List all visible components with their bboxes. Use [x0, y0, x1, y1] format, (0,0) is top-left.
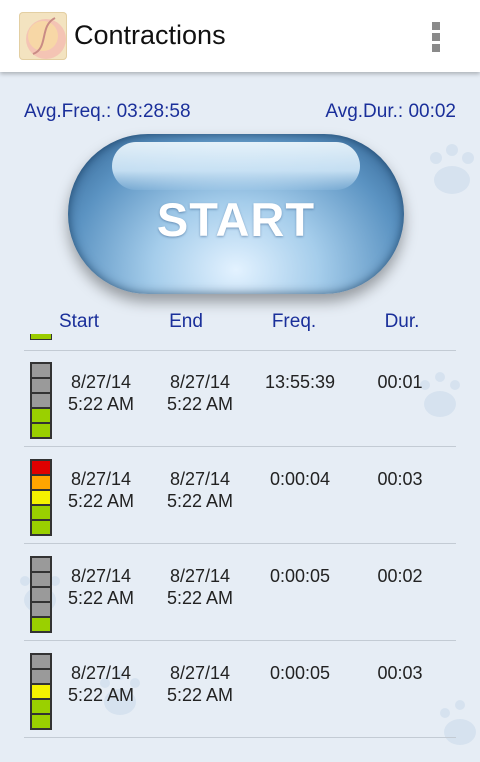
table-row[interactable]: 8/27/14 5:22 AM 8/27/14 5:22 AM 0:00:05 00:03: [0, 641, 480, 738]
contractions-list[interactable]: 8/27/14 5:22 AM 8/27/14 5:22 AM 13:55:39 00:0…: [0, 334, 480, 762]
freq-value: 13:55:39: [264, 372, 336, 392]
column-header-freq: Freq.: [271, 311, 317, 332]
meter-segment: [32, 588, 50, 601]
column-header-dur: Dur.: [384, 311, 420, 332]
button-gloss: [112, 142, 360, 190]
dur-cell: 00:03: [355, 468, 445, 490]
meter-segment: [32, 506, 50, 519]
meter-segment: [32, 618, 50, 631]
freq-value: 0:00:05: [269, 663, 331, 683]
end-time: 5:22 AM: [166, 491, 234, 511]
start-date: 8/27/14: [70, 469, 132, 489]
freq-value: 0:00:04: [269, 469, 331, 489]
start-cell: 8/27/14 5:22 AM: [56, 371, 146, 415]
meter-segment: [32, 685, 50, 698]
start-date: 8/27/14: [70, 566, 132, 586]
column-header-start: Start: [58, 311, 100, 332]
meter-segment: [32, 700, 50, 713]
meter-segment: [32, 424, 50, 437]
end-cell: 8/27/14 5:22 AM: [155, 468, 245, 512]
freq-cell: 13:55:39: [255, 371, 345, 393]
dur-value: 00:03: [377, 469, 423, 489]
app-logo-icon[interactable]: [19, 12, 67, 60]
meter-segment: [32, 655, 50, 668]
dur-value: 00:01: [377, 372, 423, 392]
meter-segment: [32, 409, 50, 422]
meter-segment: [32, 461, 50, 474]
start-cell: 8/27/14 5:22 AM: [56, 565, 146, 609]
dur-value: 00:02: [377, 566, 423, 586]
meter-segment: [32, 558, 50, 571]
intensity-meter: [30, 459, 52, 536]
meter-segment: [32, 379, 50, 392]
end-time: 5:22 AM: [166, 394, 234, 414]
main-content: Avg.Freq.: 03:28:58 Avg.Dur.: 00:02 STAR…: [0, 72, 480, 762]
freq-cell: 0:00:04: [255, 468, 345, 490]
end-date: 8/27/14: [169, 372, 231, 392]
end-date: 8/27/14: [169, 566, 231, 586]
column-header-end: End: [169, 311, 203, 332]
meter-segment: [32, 670, 50, 683]
end-time: 5:22 AM: [166, 588, 234, 608]
start-button[interactable]: START: [68, 134, 404, 294]
freq-cell: 0:00:05: [255, 565, 345, 587]
avg-frequency: Avg.Freq.: 03:28:58: [24, 101, 191, 122]
end-time: 5:22 AM: [166, 685, 234, 705]
intensity-meter: [30, 556, 52, 633]
meter-segment: [32, 521, 50, 534]
dur-cell: 00:02: [355, 565, 445, 587]
avg-duration: Avg.Dur.: 00:02: [325, 101, 456, 122]
start-time: 5:22 AM: [67, 394, 135, 414]
table-row[interactable]: 8/27/14 5:22 AM 8/27/14 5:22 AM 0:00:05 00:02: [0, 544, 480, 641]
dur-cell: 00:03: [355, 662, 445, 684]
start-time: 5:22 AM: [67, 588, 135, 608]
end-date: 8/27/14: [169, 469, 231, 489]
app-bar: Contractions: [0, 0, 480, 72]
freq-cell: 0:00:05: [255, 662, 345, 684]
meter-segment: [32, 491, 50, 504]
end-cell: 8/27/14 5:22 AM: [155, 565, 245, 609]
start-time: 5:22 AM: [67, 491, 135, 511]
overflow-menu-icon[interactable]: [432, 22, 442, 52]
intensity-meter: [30, 362, 52, 439]
meter-segment: [32, 573, 50, 586]
start-date: 8/27/14: [70, 663, 132, 683]
intensity-meter: [30, 653, 52, 730]
meter-segment: [32, 715, 50, 728]
app-title: Contractions: [74, 20, 226, 50]
end-cell: 8/27/14 5:22 AM: [155, 371, 245, 415]
dur-cell: 00:01: [355, 371, 445, 393]
start-cell: 8/27/14 5:22 AM: [56, 662, 146, 706]
table-row[interactable]: 8/27/14 5:22 AM 8/27/14 5:22 AM 13:55:39 00:0…: [0, 350, 480, 447]
start-button-label: START: [156, 193, 316, 246]
meter-segment: [32, 476, 50, 489]
meter-segment: [32, 364, 50, 377]
list-divider: [24, 737, 456, 738]
freq-value: 0:00:05: [269, 566, 331, 586]
end-cell: 8/27/14 5:22 AM: [155, 662, 245, 706]
table-row[interactable]: 8/27/14 5:22 AM 8/27/14 5:22 AM 0:00:04 00:03: [0, 447, 480, 544]
dur-value: 00:03: [377, 663, 423, 683]
start-date: 8/27/14: [70, 372, 132, 392]
end-date: 8/27/14: [169, 663, 231, 683]
start-time: 5:22 AM: [67, 685, 135, 705]
meter-segment: [32, 603, 50, 616]
start-cell: 8/27/14 5:22 AM: [56, 468, 146, 512]
meter-segment: [32, 394, 50, 407]
